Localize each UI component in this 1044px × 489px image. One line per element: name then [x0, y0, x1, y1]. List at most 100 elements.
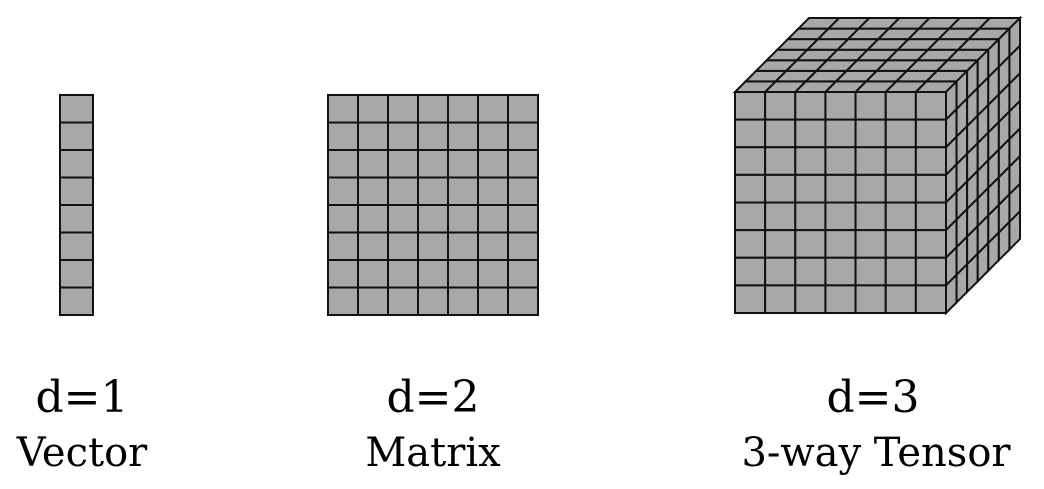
tensor-front-cell	[794, 256, 827, 287]
matrix-cell	[327, 259, 359, 289]
matrix-cell	[477, 149, 509, 179]
vector-dimension-label: d=1	[35, 372, 129, 423]
matrix-cell	[447, 259, 479, 289]
tensor-front-cell	[914, 229, 947, 259]
matrix-cell	[357, 149, 389, 179]
matrix-cell	[447, 286, 479, 316]
matrix-cell	[327, 231, 359, 261]
vector-cell	[59, 286, 94, 316]
matrix-cell	[477, 94, 509, 124]
tensor-front-cell	[794, 173, 827, 204]
matrix-cell	[417, 176, 449, 206]
tensor-front-cell	[914, 201, 947, 232]
tensor-front-cell	[884, 91, 917, 121]
tensor-front-cell	[734, 229, 767, 259]
matrix-cell	[477, 231, 509, 261]
vector-shape	[59, 94, 94, 316]
tensor-front-cell	[824, 229, 857, 259]
matrix-cell	[417, 231, 449, 261]
matrix-cell	[387, 121, 419, 151]
matrix-cell	[447, 231, 479, 261]
tensor-front-cell	[764, 256, 797, 287]
tensor-front-cell	[824, 146, 857, 176]
tensor-front-cell	[854, 91, 887, 121]
tensor-front-cell	[824, 201, 857, 232]
tensor-front-cell	[764, 201, 797, 232]
matrix-cell	[357, 231, 389, 261]
matrix-cell	[417, 259, 449, 289]
tensor-front-cell	[914, 118, 947, 149]
matrix-cell	[507, 121, 539, 151]
tensor-front-cell	[884, 256, 917, 287]
tensor-front-cell	[884, 146, 917, 176]
matrix-cell	[477, 204, 509, 234]
tensor-front-cell	[794, 201, 827, 232]
tensor-front-cell	[884, 201, 917, 232]
tensor-front-cell	[884, 118, 917, 149]
vector-cell	[59, 121, 94, 151]
matrix-cell	[477, 259, 509, 289]
tensor-shape	[732, 15, 1023, 316]
vector-cell	[59, 94, 94, 124]
tensor-front-cell	[854, 284, 887, 314]
matrix-cell	[417, 286, 449, 316]
matrix-cell	[327, 286, 359, 316]
matrix-cell	[507, 286, 539, 316]
tensor-front-cell	[854, 256, 887, 287]
matrix-cell	[417, 149, 449, 179]
tensor-front-cell	[914, 284, 947, 314]
matrix-cell	[357, 259, 389, 289]
tensor-front-cell	[764, 118, 797, 149]
tensor-front-cell	[854, 201, 887, 232]
tensor-front-cell	[824, 91, 857, 121]
matrix-cell	[327, 176, 359, 206]
matrix-cell	[507, 231, 539, 261]
tensor-front-cell	[884, 173, 917, 204]
vector-cell	[59, 204, 94, 234]
matrix-cell	[477, 286, 509, 316]
matrix-cell	[387, 94, 419, 124]
tensor-front-cell	[764, 173, 797, 204]
tensor-front-cell	[794, 284, 827, 314]
tensor-front-cell	[794, 229, 827, 259]
matrix-cell	[477, 121, 509, 151]
tensor-front-cell	[794, 118, 827, 149]
tensor-front-cell	[854, 118, 887, 149]
matrix-dimension-label: d=2	[386, 372, 480, 423]
tensor-front-cell	[914, 173, 947, 204]
matrix-cell	[357, 176, 389, 206]
tensor-front-cell	[884, 284, 917, 314]
matrix-cell	[417, 121, 449, 151]
matrix-cell	[507, 94, 539, 124]
matrix-cell	[327, 149, 359, 179]
tensor-front-cell	[764, 146, 797, 176]
matrix-cell	[357, 286, 389, 316]
vector-cell	[59, 259, 94, 289]
matrix-cell	[387, 176, 419, 206]
matrix-cell	[417, 204, 449, 234]
matrix-name-label: Matrix	[365, 430, 501, 476]
matrix-cell	[327, 94, 359, 124]
matrix-cell	[357, 121, 389, 151]
matrix-cell	[477, 176, 509, 206]
vector-name-label: Vector	[16, 430, 148, 476]
tensor-front-cell	[734, 201, 767, 232]
tensor-front-cell	[764, 284, 797, 314]
tensor-front-cell	[794, 146, 827, 176]
tensor-front-cell	[824, 284, 857, 314]
tensor-front-cell	[734, 284, 767, 314]
vector-cell	[59, 176, 94, 206]
tensor-front-cell	[914, 91, 947, 121]
tensor-front-cell	[884, 229, 917, 259]
matrix-cell	[387, 286, 419, 316]
matrix-cell	[387, 149, 419, 179]
tensor-front-cell	[854, 229, 887, 259]
matrix-cell	[447, 121, 479, 151]
tensor-dimension-label: d=3	[826, 372, 920, 423]
tensor-front-cell	[734, 118, 767, 149]
matrix-cell	[447, 149, 479, 179]
matrix-cell	[387, 259, 419, 289]
tensor-front-cell	[734, 91, 767, 121]
tensor-front-cell	[734, 173, 767, 204]
tensor-name-label: 3-way Tensor	[741, 430, 1011, 476]
